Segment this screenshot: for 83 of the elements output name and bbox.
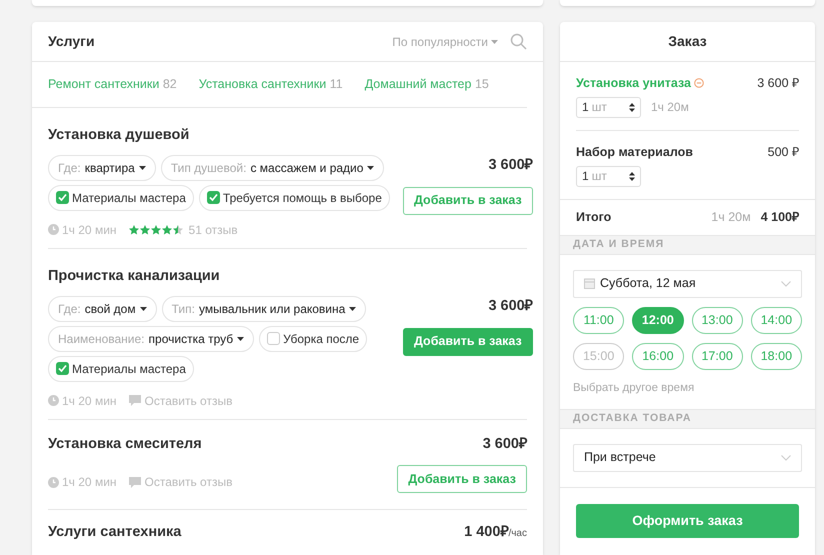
- total-label: Итого: [576, 208, 612, 226]
- stepper-icon: [629, 172, 635, 180]
- time-slot[interactable]: 12:00: [632, 306, 684, 334]
- duration-text: 1ч 20 мин: [62, 392, 117, 410]
- order-item-link[interactable]: Установка унитаза: [576, 74, 691, 93]
- comment-icon: [128, 476, 141, 488]
- duration-text: 1ч 20м: [711, 208, 751, 226]
- clock-icon: [48, 224, 59, 236]
- star-icon: [140, 224, 150, 235]
- quantity-field[interactable]: 1 шт: [576, 166, 641, 186]
- section-heading: ДОСТАВКА ТОВАРА: [560, 408, 815, 429]
- option-dropdown[interactable]: Тип: умывальник или раковина: [162, 296, 366, 322]
- add-to-order-button[interactable]: Добавить в заказ: [403, 186, 533, 215]
- sort-dropdown[interactable]: По популярности: [392, 32, 498, 50]
- chevron-icon: [781, 280, 791, 286]
- category-link[interactable]: Домашний мастер 15: [364, 75, 489, 94]
- checkbox[interactable]: [56, 362, 69, 375]
- panel-title: Услуги: [48, 32, 96, 51]
- comment-icon: [128, 395, 141, 406]
- service-title: Прочистка канализации: [48, 266, 221, 286]
- time-slot[interactable]: 18:00: [750, 342, 802, 370]
- checkbox-label: Материалы мастера: [72, 360, 186, 378]
- time-slot[interactable]: 11:00: [573, 306, 624, 334]
- caret-icon: [367, 166, 374, 170]
- star-icon: [172, 224, 183, 235]
- checkbox-label: Требуется помощь в выборе: [222, 190, 382, 207]
- search-icon[interactable]: [510, 33, 527, 50]
- service-title: Установка душевой: [48, 126, 190, 145]
- option-dropdown[interactable]: Где: свой дом: [48, 296, 157, 322]
- duration-text: 1ч 20 мин: [62, 222, 117, 239]
- add-to-order-button[interactable]: Добавить в заказ: [403, 328, 533, 356]
- order-item-name: Набор материалов: [576, 144, 693, 161]
- service-title: Установка смесителя: [48, 434, 203, 454]
- star-icon: [128, 224, 139, 235]
- checkbox[interactable]: [267, 332, 280, 345]
- other-time-link[interactable]: Выбрать другое время: [573, 380, 802, 397]
- panel-title: Заказ: [560, 22, 815, 62]
- clock-icon: [48, 476, 59, 488]
- price: 3 600₽: [488, 156, 533, 175]
- caret-icon: [349, 306, 356, 310]
- calendar-icon: [584, 278, 595, 289]
- caret-icon: [138, 166, 146, 170]
- checkout-button[interactable]: Оформить заказ: [576, 504, 799, 538]
- price: 500 ₽: [768, 144, 799, 161]
- price: 3 600₽: [488, 296, 533, 316]
- add-to-order-button[interactable]: Добавить в заказ: [397, 465, 527, 494]
- total-price: 4 100₽: [760, 208, 799, 226]
- time-slot[interactable]: 17:00: [692, 342, 743, 370]
- date-dropdown[interactable]: Суббота, 12 мая: [573, 270, 802, 298]
- chevron-icon: [781, 454, 791, 461]
- clock-icon: [48, 395, 59, 406]
- quantity-field[interactable]: 1 шт: [576, 96, 641, 118]
- time-slot[interactable]: 14:00: [750, 306, 802, 334]
- section-heading: ДАТА И ВРЕМЯ: [560, 234, 815, 254]
- star-icon: [150, 224, 161, 235]
- time-slot[interactable]: 16:00: [632, 342, 684, 370]
- price-unit: /час: [508, 528, 527, 542]
- caret-icon: [237, 336, 244, 340]
- option-dropdown[interactable]: Наименование: прочистка труб: [48, 326, 254, 352]
- checkbox-label: Уборка после: [283, 330, 360, 348]
- checkbox[interactable]: [56, 191, 69, 204]
- time-slot[interactable]: 13:00: [692, 306, 743, 334]
- checkbox-label: Материалы мастера: [72, 190, 186, 207]
- caret-icon: [140, 306, 147, 310]
- price: 3 600₽: [482, 434, 527, 454]
- caret-icon: [491, 40, 498, 44]
- star-icon: [162, 224, 172, 235]
- checkbox[interactable]: [206, 191, 220, 204]
- service-title: Услуги сантехника: [48, 523, 182, 542]
- duration-text: 1ч 20 мин: [62, 474, 117, 492]
- category-link[interactable]: Установка сантехники 11: [198, 75, 343, 94]
- delivery-dropdown[interactable]: При встрече: [573, 444, 802, 472]
- review-link[interactable]: Оставить отзыв: [128, 473, 232, 492]
- remove-icon[interactable]: [694, 78, 704, 88]
- price: 3 600 ₽: [757, 75, 799, 92]
- option-dropdown[interactable]: Где: квартира: [48, 154, 156, 181]
- duration-text: 1ч 20м: [651, 99, 689, 116]
- review-link[interactable]: Оставить отзыв: [128, 392, 232, 410]
- price: 1 400₽: [464, 523, 508, 542]
- category-link[interactable]: Ремонт сантехники 82: [48, 75, 177, 94]
- stepper-icon: [629, 102, 635, 112]
- reviews-count: 51 отзыв: [188, 222, 238, 239]
- option-dropdown[interactable]: Тип душевой: с массажем и радио: [160, 154, 384, 181]
